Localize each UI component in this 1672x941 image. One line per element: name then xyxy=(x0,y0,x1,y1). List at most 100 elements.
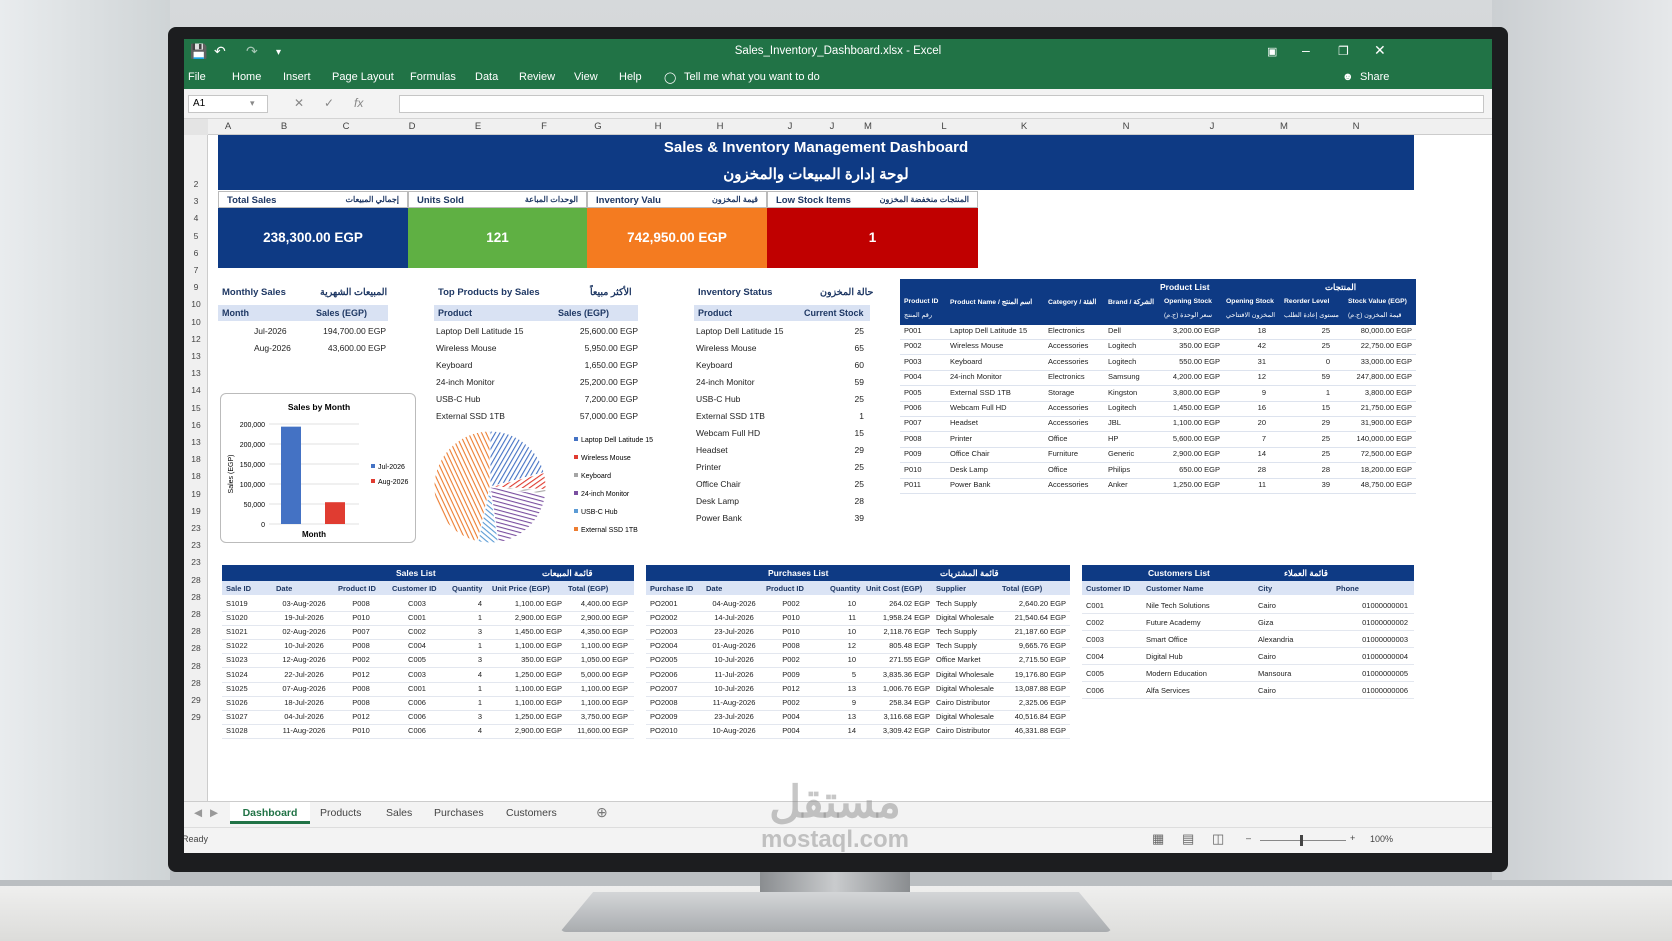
table-column-header[interactable]: Unit Price (EGP) xyxy=(492,584,550,593)
row-header[interactable]: 18 xyxy=(184,471,208,481)
sheet-tab-customers[interactable]: Customers xyxy=(506,807,557,819)
tab-formulas[interactable]: Formulas xyxy=(410,71,456,83)
product-list-column-header[interactable]: Product Name / اسم المنتج xyxy=(950,298,1032,306)
chevron-down-icon[interactable]: ▾ xyxy=(250,98,255,109)
table-cell[interactable]: P002 xyxy=(766,599,816,608)
table-column-header[interactable]: Total (EGP) xyxy=(1002,584,1042,593)
row-header[interactable]: 28 xyxy=(184,643,208,653)
table-column-header[interactable]: Supplier xyxy=(936,584,966,593)
table-cell[interactable]: 1 xyxy=(452,698,482,707)
table-cell[interactable]: 1 xyxy=(452,613,482,622)
row-header[interactable]: 13 xyxy=(184,437,208,447)
column-header[interactable]: M xyxy=(853,121,883,132)
product-list-cell[interactable]: Electronics xyxy=(1048,372,1104,381)
product-list-cell[interactable]: 3,800.00 EGP xyxy=(1162,388,1220,397)
sheet-tab-dashboard[interactable]: Dashboard xyxy=(230,802,310,824)
table-cell[interactable]: 2,118.76 EGP xyxy=(866,627,930,636)
list-item-value[interactable]: 57,000.00 EGP xyxy=(578,411,638,421)
table-cell[interactable]: C006 xyxy=(392,712,442,721)
tab-help[interactable]: Help xyxy=(619,71,642,83)
table-cell[interactable]: 1,100.00 EGP xyxy=(492,684,562,693)
list-item-value[interactable]: 65 xyxy=(804,343,864,353)
table-cell[interactable]: 2,900.00 EGP xyxy=(568,613,628,622)
product-list-cell[interactable]: 14 xyxy=(1230,449,1266,458)
ribbon-display-icon[interactable]: ▣ xyxy=(1267,45,1277,58)
product-list-cell[interactable]: 28 xyxy=(1292,465,1330,474)
product-list-cell[interactable]: 550.00 EGP xyxy=(1162,357,1220,366)
zoom-slider-handle[interactable] xyxy=(1300,835,1303,846)
row-header[interactable]: 2 xyxy=(184,179,208,189)
table-cell[interactable]: 1,450.00 EGP xyxy=(492,627,562,636)
row-header[interactable]: 10 xyxy=(184,317,208,327)
row-header[interactable]: 7 xyxy=(184,265,208,275)
table-cell[interactable]: Cairo xyxy=(1258,686,1328,695)
product-list-cell[interactable]: HP xyxy=(1108,434,1158,443)
table-column-header[interactable]: Purchase ID xyxy=(650,584,693,593)
product-list-cell[interactable]: 80,000.00 EGP xyxy=(1348,326,1412,335)
scroll-right-icon[interactable]: ▶ xyxy=(210,807,218,819)
column-header[interactable]: G xyxy=(583,121,613,132)
table-cell[interactable]: PO2003 xyxy=(650,627,704,636)
list-item-value[interactable]: 15 xyxy=(804,428,864,438)
table-column-header[interactable]: Customer Name xyxy=(1146,584,1204,593)
row-header[interactable]: 10 xyxy=(184,299,208,309)
row-header[interactable]: 28 xyxy=(184,592,208,602)
product-list-cell[interactable]: Samsung xyxy=(1108,372,1158,381)
table-cell[interactable]: Digital Wholesale xyxy=(936,684,1000,693)
product-list-cell[interactable]: 20 xyxy=(1230,418,1266,427)
sheet-tab-sales[interactable]: Sales xyxy=(386,807,412,819)
table-cell[interactable]: 264.02 EGP xyxy=(866,599,930,608)
table-cell[interactable]: P007 xyxy=(338,627,384,636)
table-cell[interactable]: P010 xyxy=(338,613,384,622)
list-item-value[interactable]: 25 xyxy=(804,394,864,404)
product-list-cell[interactable]: 21,750.00 EGP xyxy=(1348,403,1412,412)
product-list-cell[interactable]: 22,750.00 EGP xyxy=(1348,341,1412,350)
table-cell[interactable]: C006 xyxy=(392,698,442,707)
table-cell[interactable]: P002 xyxy=(766,698,816,707)
table-cell[interactable]: Cairo xyxy=(1258,601,1328,610)
table-cell[interactable]: Future Academy xyxy=(1146,618,1246,627)
table-cell[interactable]: 258.34 EGP xyxy=(866,698,930,707)
list-item[interactable]: Desk Lamp xyxy=(696,496,739,506)
table-cell[interactable]: 9,665.76 EGP xyxy=(1002,641,1066,650)
page-layout-view-icon[interactable]: ▤ xyxy=(1182,831,1194,847)
table-column-header[interactable]: City xyxy=(1258,584,1272,593)
table-cell[interactable]: C001 xyxy=(392,684,442,693)
table-cell[interactable]: C006 xyxy=(392,726,442,735)
table-cell[interactable]: 10-Aug-2026 xyxy=(706,726,762,735)
product-list-cell[interactable]: Kingston xyxy=(1108,388,1158,397)
product-list-column-header[interactable]: Reorder Level xyxy=(1284,298,1329,305)
sales-by-month-chart[interactable]: Sales by Month 200,000 200,000 150,000 100,0… xyxy=(220,393,416,543)
table-cell[interactable]: 1,100.00 EGP xyxy=(492,698,562,707)
select-all-corner[interactable] xyxy=(184,119,208,135)
product-list-cell[interactable]: 7 xyxy=(1230,434,1266,443)
table-column-header[interactable]: Date xyxy=(706,584,722,593)
table-cell[interactable]: Mansoura xyxy=(1258,669,1328,678)
product-list-cell[interactable]: Accessories xyxy=(1048,357,1104,366)
row-header[interactable]: 5 xyxy=(184,231,208,241)
table-cell[interactable]: Office Market xyxy=(936,655,1000,664)
table-cell[interactable]: 2,900.00 EGP xyxy=(492,726,562,735)
table-cell[interactable]: 46,331.88 EGP xyxy=(1002,726,1066,735)
table-cell[interactable]: 5,000.00 EGP xyxy=(568,670,628,679)
table-cell[interactable]: 02-Aug-2026 xyxy=(276,627,332,636)
list-item[interactable]: Webcam Full HD xyxy=(696,428,760,438)
table-cell[interactable]: PO2006 xyxy=(650,670,704,679)
column-header[interactable]: H xyxy=(705,121,735,132)
product-list-cell[interactable]: Office Chair xyxy=(950,449,1040,458)
table-cell[interactable]: 1,100.00 EGP xyxy=(568,641,628,650)
product-list-cell[interactable]: 33,000.00 EGP xyxy=(1348,357,1412,366)
normal-view-icon[interactable]: ▦ xyxy=(1152,831,1164,847)
product-list-cell[interactable]: 16 xyxy=(1230,403,1266,412)
column-header[interactable]: N xyxy=(1341,121,1371,132)
minimize-icon[interactable]: – xyxy=(1302,42,1310,58)
column-header[interactable]: B xyxy=(269,121,299,132)
product-list-cell[interactable]: P001 xyxy=(904,326,944,335)
table-cell[interactable]: 3,750.00 EGP xyxy=(568,712,628,721)
table-cell[interactable]: P010 xyxy=(338,726,384,735)
sheet-tab-purchases[interactable]: Purchases xyxy=(434,807,484,819)
product-list-cell[interactable]: 5,600.00 EGP xyxy=(1162,434,1220,443)
table-cell[interactable]: 10 xyxy=(830,599,856,608)
row-header[interactable]: 23 xyxy=(184,557,208,567)
formula-input[interactable] xyxy=(399,95,1484,113)
